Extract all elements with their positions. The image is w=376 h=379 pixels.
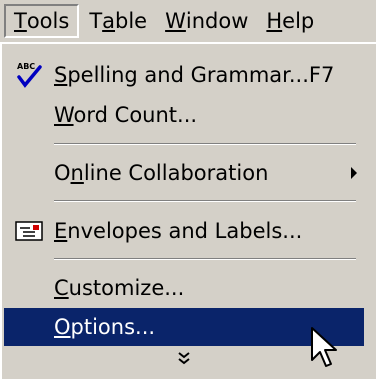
submenu-arrow-icon [344,167,364,179]
mouse-pointer-icon [310,326,340,372]
menu-item-label: Word Count... [54,103,198,127]
menu-bar: Tools Ta ble Window Help [0,0,376,42]
menu-item-customize[interactable]: Customize... [4,269,364,307]
menu-item-online-collaboration[interactable]: Online Collaboration [4,154,364,192]
menu-tools[interactable]: Tools [4,4,80,38]
menu-item-word-count[interactable]: Word Count... [4,96,364,134]
menu-item-label: Online Collaboration [54,161,269,185]
menu-item-label: Customize... [54,276,185,300]
spelling-icon-letters: ABC [17,62,35,71]
spelling-check-icon: ABC [4,56,54,94]
menu-window[interactable]: Window [157,4,256,38]
menu-table[interactable]: Ta ble [81,4,155,38]
menu-item-label: Envelopes and Labels... [54,219,303,243]
menu-item-label: Spelling and Grammar... [54,63,309,87]
menu-help[interactable]: Help [258,4,322,38]
menu-separator [54,258,356,260]
menu-separator [54,143,356,145]
menu-item-envelopes-and-labels[interactable]: Envelopes and Labels... [4,212,364,250]
double-chevron-down-icon [177,350,191,369]
envelope-icon [4,212,54,250]
menu-item-spelling-and-grammar[interactable]: ABC Spelling and Grammar... F7 [4,56,364,94]
menu-separator [54,200,356,202]
shortcut-label: F7 [308,63,335,87]
